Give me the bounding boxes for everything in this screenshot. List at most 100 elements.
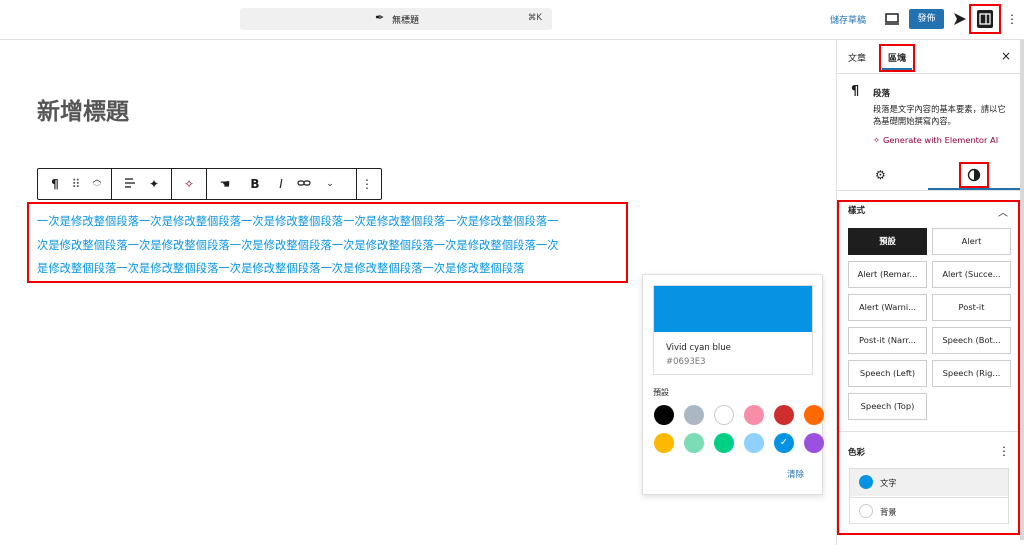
color-heading: 色彩 [848,448,866,458]
paragraph-line: 次是修改整個段落一次是修改整個段落一次是修改整個段落一次是修改整個段落一次是修改… [37,238,559,252]
swatch-vivid-purple[interactable] [804,433,824,453]
block-options-icon[interactable]: ⋮ [359,176,375,192]
paragraph-line: 是修改整個段落一次是修改整個段落一次是修改整個段落一次是修改整個段落一次是修改整… [37,262,525,275]
styles-panel: 樣式 ︿ 預設 Alert Alert (Remar... Alert (Succe.… [837,200,1020,535]
current-color-hex: #0693E3 [666,357,706,367]
generate-ai-link[interactable]: ✧ Generate with Elementor AI [873,135,998,145]
style-option[interactable]: Speech (Left) [848,360,927,387]
save-draft-button[interactable]: 儲存草稿 [830,13,866,26]
preview-button[interactable] [883,10,901,28]
block-name: 段落 [873,89,891,99]
settings-sidebar: 文章 區塊 × ¶ 段落 段落是文字內容的基本要素，請以它為基礎開始撰寫內容。 … [836,40,1024,545]
block-inspector-tabs: ⚙ [837,160,1024,191]
move-down-icon[interactable]: ﹀ [89,181,105,197]
style-option[interactable]: 預設 [848,228,927,255]
tab-post[interactable]: 文章 [848,51,866,64]
color-text-row[interactable]: 文字 [850,469,1008,496]
scrollbar[interactable] [1020,40,1024,540]
align-icon[interactable] [122,176,138,192]
sidebar-tabs: 文章 區塊 × [837,40,1024,74]
active-tab-indicator [882,68,912,70]
elementor-ai-icon[interactable]: ✧ [181,176,197,192]
color-picker-popover: Vivid cyan blue #0693E3 預設 ✓ 清除 [642,274,824,495]
style-option[interactable]: Speech (Top) [848,393,927,420]
swatch-luminous-vivid-orange[interactable] [804,405,824,425]
background-color-indicator [859,504,873,518]
desktop-icon [885,13,899,25]
block-description: 段落是文字內容的基本要素，請以它為基礎開始撰寫內容。 [873,104,1006,126]
swatch-vivid-red[interactable] [774,405,794,425]
styles-tab[interactable] [959,162,989,188]
tab-block[interactable]: 區塊 [879,44,915,72]
style-option[interactable]: Alert (Remar... [848,261,927,288]
current-color-card[interactable]: Vivid cyan blue #0693E3 [653,285,813,375]
drag-handle-icon[interactable]: ⠿ [68,176,84,192]
toolbar-group-format: ☚ B I ⌄ [207,169,357,199]
paragraph-text[interactable]: 一次是修改整個段落一次是修改整個段落一次是修改整個段落一次是修改整個段落一次是修… [37,210,627,281]
text-color-indicator [859,475,873,489]
feather-icon: ✒ [375,11,385,24]
swatch-vivid-green-cyan[interactable] [714,433,734,453]
swatch-cyan-bluish-gray[interactable] [684,405,704,425]
bold-button[interactable]: B [247,176,263,192]
close-icon[interactable]: × [1001,49,1011,63]
styles-heading: 樣式 [848,206,866,216]
document-title: 無標題 [392,16,420,26]
swatch-black[interactable] [654,405,674,425]
sparkle-icon: ✧ [873,135,880,145]
color-settings-list: 文字 背景 [849,468,1009,524]
settings-toggle-button[interactable] [969,4,1001,34]
swatch-light-green-cyan[interactable] [684,433,704,453]
style-option[interactable]: Speech (Rig... [932,360,1011,387]
block-toolbar: ¶ ⠿ ︿ ﹀ ✦ ✧ ☚ B I ⌄ ⋮ [37,168,382,200]
swatch-luminous-vivid-amber[interactable] [654,433,674,453]
checkmark-icon: ✓ [779,437,789,448]
current-color-swatch [654,286,812,332]
chevron-down-icon[interactable]: ⌄ [322,176,338,192]
ai-sparkle-icon[interactable]: ✦ [146,176,162,192]
palette-label: 預設 [653,388,669,397]
publish-button[interactable]: 發佈 [909,9,944,29]
swatch-white[interactable] [714,405,734,425]
current-color-name: Vivid cyan blue [666,343,731,353]
generate-ai-label: Generate with Elementor AI [882,135,999,145]
more-options-icon[interactable]: ⋮ [1006,9,1018,29]
style-option[interactable]: Post-it (Narr... [848,327,927,354]
color-bg-label: 背景 [880,507,897,517]
style-option[interactable]: Alert [932,228,1011,255]
color-background-row[interactable]: 背景 [850,497,1008,524]
italic-button[interactable]: I [273,176,289,192]
chevron-up-icon[interactable]: ︿ [998,204,1008,219]
color-options-icon[interactable]: ⋮ [998,444,1010,458]
gear-icon[interactable]: ⚙ [875,168,886,182]
link-icon[interactable] [296,176,312,192]
active-subtab-indicator [928,188,1020,190]
command-palette-button[interactable]: ✒ 無標題 ⌘K [240,8,552,30]
toolbar-group-block: ¶ ⠿ ︿ ﹀ [38,169,112,199]
style-option[interactable]: Post-it [932,294,1011,321]
swatch-pale-pink[interactable] [744,405,764,425]
toolbar-group-ai: ✧ [172,169,207,199]
paragraph-block-icon: ¶ [851,84,860,99]
style-option[interactable]: Alert (Warni... [848,294,927,321]
tab-block-label: 區塊 [888,54,907,64]
hand-pointer-icon[interactable]: ☚ [217,176,233,192]
sidebar-icon [977,10,993,28]
swatch-pale-cyan-blue[interactable] [744,433,764,453]
selected-paragraph-block[interactable]: 一次是修改整個段落一次是修改整個段落一次是修改整個段落一次是修改整個段落一次是修… [27,202,628,283]
divider [839,431,1018,432]
paragraph-line: 一次是修改整個段落一次是修改整個段落一次是修改整個段落一次是修改整個段落一次是修… [37,215,559,228]
post-title-field[interactable]: 新增標題 [37,92,129,126]
send-icon [954,13,966,25]
color-text-label: 文字 [880,478,897,488]
paragraph-icon[interactable]: ¶ [47,176,63,192]
style-option[interactable]: Speech (Bot... [932,327,1011,354]
send-button[interactable] [951,9,969,29]
style-option[interactable]: Alert (Succe... [932,261,1011,288]
swatch-vivid-cyan-blue[interactable]: ✓ [774,433,794,453]
half-circle-icon [967,168,981,182]
clear-color-button[interactable]: 清除 [787,468,804,480]
editor-topbar: ✒ 無標題 ⌘K 儲存草稿 發佈 ⋮ [0,0,1024,40]
toolbar-group-align: ✦ [112,169,172,199]
shortcut-hint: ⌘K [527,13,542,23]
